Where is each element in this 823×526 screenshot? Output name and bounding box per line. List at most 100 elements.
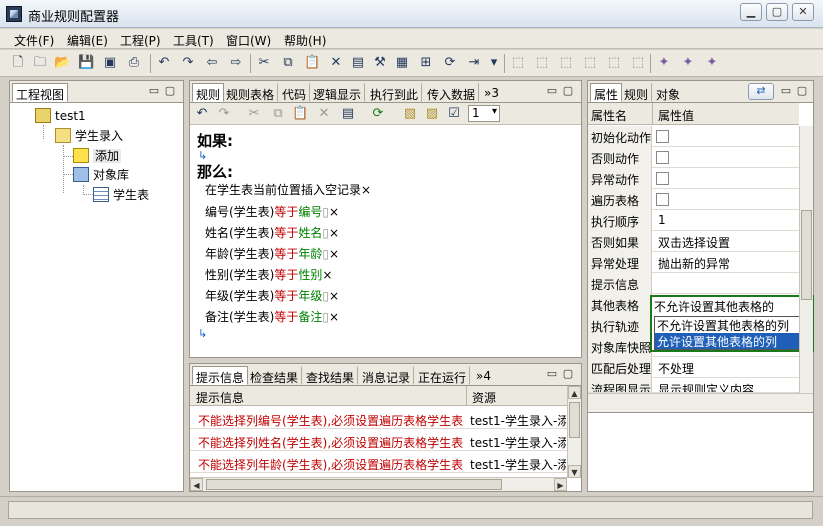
panel-maximize-icon[interactable]: ▢ [562,84,574,97]
panel-minimize-icon[interactable]: ▭ [546,367,558,380]
open-icon[interactable]: 📂 [54,55,70,71]
panel-minimize-icon[interactable]: ▭ [780,84,792,97]
table-row[interactable]: 不能选择列年龄(学生表),必须设置遍历表格学生表 test1-学生录入-添 [190,452,567,473]
else-action-checkbox[interactable] [656,151,669,164]
image-icon[interactable]: ▦ [394,55,410,71]
object-link-icon[interactable]: ⬚ [630,55,646,71]
action-row[interactable]: 年级(学生表)等于年级▯× [205,287,339,304]
scroll-thumb[interactable] [569,402,580,438]
close-button[interactable]: ✕ [792,3,814,21]
delete-action-icon[interactable]: × [329,205,339,219]
save-icon[interactable]: 💾 [78,55,94,71]
tab-rule[interactable]: 规则 [192,83,225,102]
panel-maximize-icon[interactable]: ▢ [796,84,808,97]
tab-run-to-here[interactable]: 执行到此 [366,83,423,102]
chevron-down-icon[interactable]: ▾ [486,55,502,71]
action-row[interactable]: 年龄(学生表)等于年龄▯× [205,245,339,262]
properties-icon[interactable]: ▤ [340,106,356,122]
tab-rules[interactable]: 规则 [620,83,653,102]
table-row[interactable]: 不能选择列编号(学生表),必须设置遍历表格学生表 test1-学生录入-添 [190,408,567,429]
action-row[interactable]: 在学生表当前位置插入空记录× [205,181,371,198]
wand-run-icon[interactable]: ✦ [704,55,720,71]
table-row[interactable]: 不能选择列姓名(学生表),必须设置遍历表格学生表 test1-学生录入-添 [190,430,567,451]
action-row[interactable]: 备注(学生表)等于备注▯× [205,308,339,325]
vertical-scrollbar[interactable] [799,126,813,393]
delete-action-icon[interactable]: × [329,310,339,324]
paste-icon[interactable]: 📋 [292,106,308,122]
tree-node-object-library[interactable]: 对象库 [73,166,129,183]
cut-icon[interactable]: ✂ [246,106,262,122]
tree-node-project[interactable]: test1 [35,108,86,123]
property-row[interactable]: 否则如果 双击选择设置 [588,231,799,252]
new-file-icon[interactable]: 🗋 [10,55,26,71]
property-row[interactable]: 流程图显示 显示规则定义内容 [588,378,799,393]
property-row[interactable]: 初始化动作 [588,126,799,147]
redo-icon[interactable]: ↷ [216,106,232,122]
sync-icon[interactable]: ⇄ [748,83,774,100]
init-action-checkbox[interactable] [656,130,669,143]
horizontal-scrollbar[interactable] [588,393,813,413]
tab-find-results[interactable]: 查找结果 [302,366,359,385]
tab-objects[interactable]: 对象 [652,83,684,102]
delete-action-icon[interactable]: × [329,247,339,261]
tab-properties[interactable]: 属性 [590,83,623,102]
scroll-right-icon[interactable]: ▶ [554,478,567,491]
add-action-icon[interactable]: ↳ [198,327,207,340]
paste-icon[interactable]: 📋 [304,55,320,71]
tab-rule-table[interactable]: 规则表格 [222,83,279,102]
object-add-icon[interactable]: ⬚ [534,55,550,71]
tab-input-data[interactable]: 传入数据 [423,83,480,102]
scroll-up-icon[interactable]: ▲ [568,386,581,399]
action-row[interactable]: 姓名(学生表)等于姓名▯× [205,224,339,241]
forward-icon[interactable]: ⇨ [228,55,244,71]
copy-icon[interactable]: ⧉ [280,55,296,71]
zoom-select[interactable]: 1 ▾ [468,105,500,122]
delete-icon[interactable]: ✕ [316,106,332,122]
tree-node-rule[interactable]: 添加 [73,147,122,164]
maximize-button[interactable]: ▢ [766,3,788,21]
scroll-thumb[interactable] [206,479,502,490]
object-remove-icon[interactable]: ⬚ [582,55,598,71]
print-icon[interactable]: ⎙ [126,55,142,71]
dropdown-option[interactable]: 不允许设置其他表格的列 [655,317,809,333]
panel-maximize-icon[interactable]: ▢ [164,84,176,97]
column-header-name[interactable]: 属性名 [591,107,627,124]
column-header-message[interactable]: 提示信息 [196,389,244,406]
copy-icon[interactable]: ⧉ [270,106,286,122]
action-row[interactable]: 编号(学生表)等于编号▯× [205,203,339,220]
properties-icon[interactable]: ▤ [350,55,366,71]
view-settings-icon[interactable]: ▨ [424,106,440,122]
action-row[interactable]: 性别(学生表)等于性别× [205,266,332,283]
tab-overflow[interactable]: »3 [480,83,503,102]
tab-logic-view[interactable]: 逻辑显示 [309,83,366,102]
build-icon[interactable]: ⚒ [372,55,388,71]
tab-message-log[interactable]: 消息记录 [358,366,415,385]
iterate-table-checkbox[interactable] [656,193,669,206]
property-row[interactable]: 否则动作 [588,147,799,168]
tab-project-view[interactable]: 工程视图 [12,83,69,102]
scroll-left-icon[interactable]: ◀ [190,478,203,491]
panel-minimize-icon[interactable]: ▭ [148,84,160,97]
indent-icon[interactable]: ⇥ [466,55,482,71]
menu-file[interactable]: 文件(F) [14,32,54,49]
refresh-icon[interactable]: ⟳ [370,106,386,122]
tree-icon[interactable]: ⊞ [418,55,434,71]
wand-settings-icon[interactable]: ✦ [680,55,696,71]
exception-action-checkbox[interactable] [656,172,669,185]
minimize-button[interactable]: ▁ [740,3,762,21]
property-row[interactable]: 提示信息 [588,273,799,294]
tab-overflow[interactable]: »4 [472,366,495,385]
dropdown-option-highlighted[interactable]: 允许设置其他表格的列 [655,333,809,349]
object-copy-icon[interactable]: ⬚ [606,55,622,71]
delete-action-icon[interactable]: × [329,226,339,240]
menu-tools[interactable]: 工具(T) [173,32,214,49]
property-row[interactable]: 匹配后处理 不处理 [588,357,799,378]
menu-window[interactable]: 窗口(W) [226,32,271,49]
wand-icon[interactable]: ✦ [656,55,672,71]
property-row[interactable]: 执行顺序 1 [588,210,799,231]
undo-icon[interactable]: ↶ [194,106,210,122]
menu-project[interactable]: 工程(P) [120,32,161,49]
refresh-icon[interactable]: ⟳ [442,55,458,71]
property-row[interactable]: 遍历表格 [588,189,799,210]
menu-help[interactable]: 帮助(H) [284,32,326,49]
